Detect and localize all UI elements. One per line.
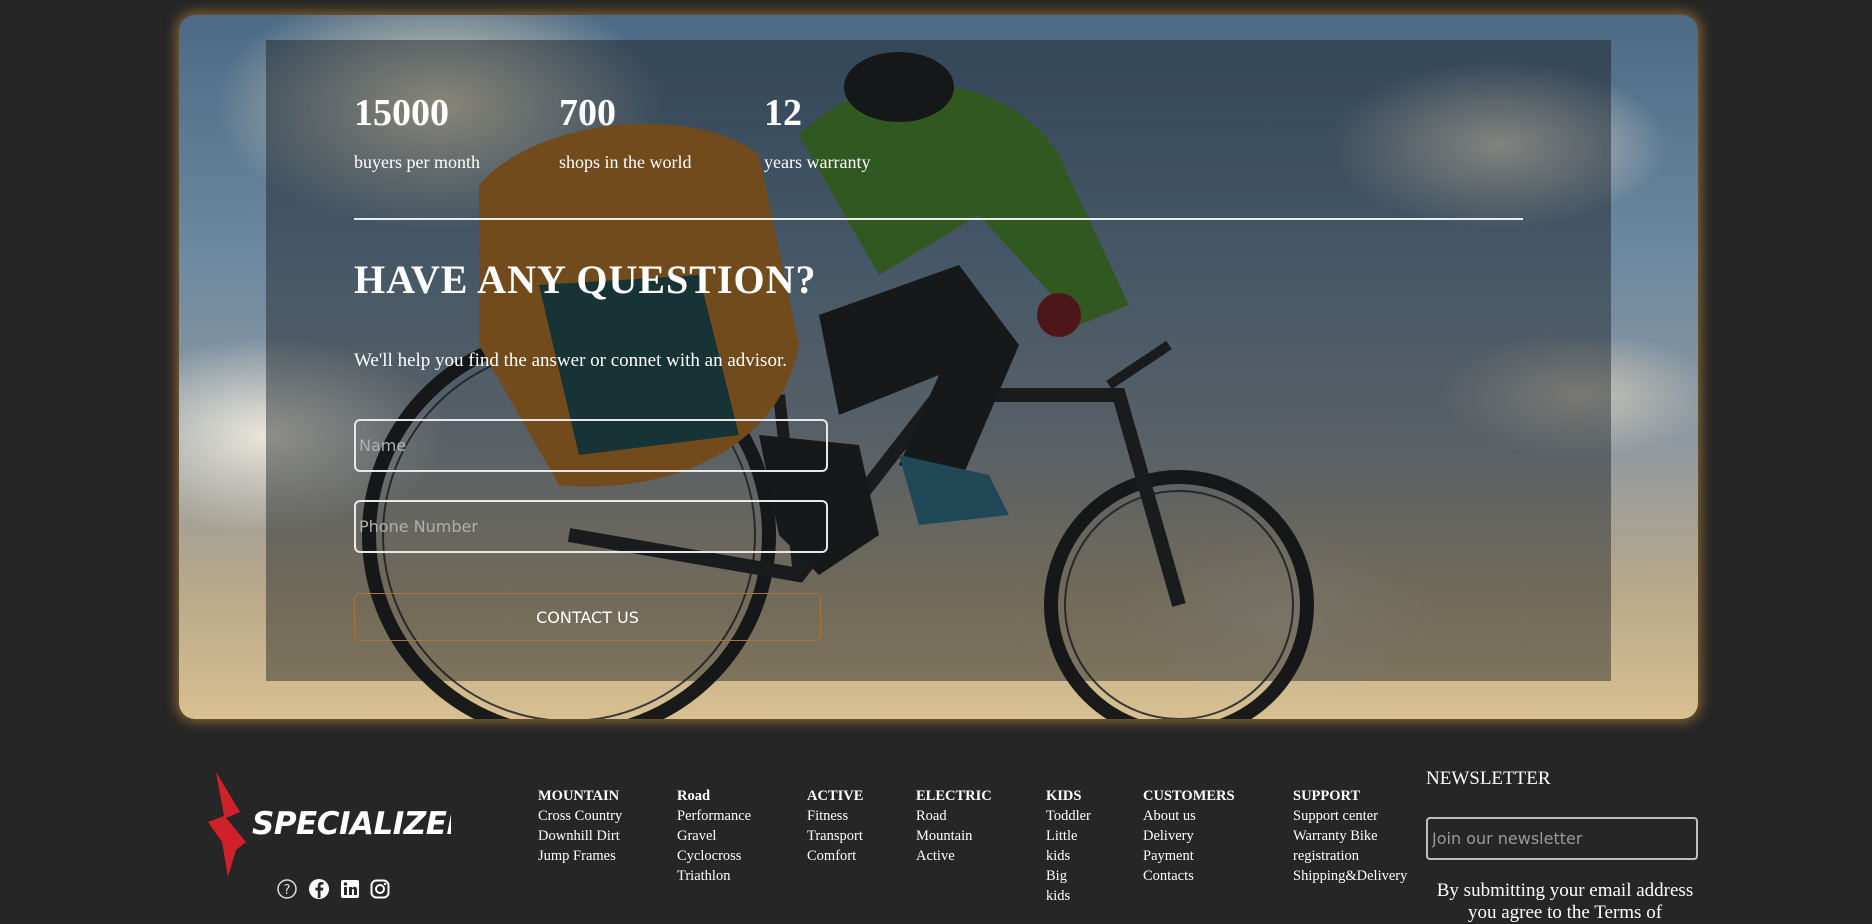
footer-link[interactable]: Comfort <box>807 846 863 866</box>
stat-label: buyers per month <box>354 152 480 172</box>
footer-link[interactable]: Gravel <box>677 826 751 846</box>
stat-label: years warranty <box>764 152 871 172</box>
footer-link[interactable]: Active <box>916 846 992 866</box>
contact-us-button[interactable]: CONTACT US <box>354 593 821 641</box>
newsletter-note: By submitting your email address you agr… <box>1436 880 1694 923</box>
name-input[interactable] <box>354 419 828 472</box>
footer-link[interactable]: Cyclocross <box>677 846 751 866</box>
footer-link[interactable]: kids <box>1046 846 1091 866</box>
footer-column-mountain: MOUNTAIN Cross Country Downhill Dirt Jum… <box>538 786 622 866</box>
stat-value: 15000 <box>354 92 449 134</box>
linkedin-icon[interactable] <box>339 878 361 900</box>
footer-link[interactable]: Road <box>916 806 992 826</box>
footer-link[interactable]: kids <box>1046 886 1091 906</box>
footer-column-title: ELECTRIC <box>916 788 992 804</box>
footer-link[interactable]: registration <box>1293 846 1407 866</box>
footer-link[interactable]: Toddler <box>1046 806 1091 826</box>
stat-warranty: 12 years warranty <box>764 88 969 173</box>
phone-input[interactable] <box>354 500 828 553</box>
footer-link[interactable]: Mountain <box>916 826 992 846</box>
help-icon[interactable]: ? <box>276 878 298 900</box>
footer-link[interactable]: Shipping&Delivery <box>1293 866 1407 886</box>
svg-text:?: ? <box>284 883 291 898</box>
question-title: HAVE ANY QUESTION? <box>354 257 817 302</box>
footer-column-support: SUPPORT Support center Warranty Bike reg… <box>1293 786 1407 886</box>
footer-link[interactable]: Contacts <box>1143 866 1235 886</box>
footer-column-kids: KIDS Toddler Little kids Big kids <box>1046 786 1091 906</box>
footer-link[interactable]: Little <box>1046 826 1091 846</box>
footer-link[interactable]: About us <box>1143 806 1235 826</box>
footer-link[interactable]: Triathlon <box>677 866 751 886</box>
footer-link[interactable]: Performance <box>677 806 751 826</box>
footer-column-active: ACTIVE Fitness Transport Comfort <box>807 786 863 866</box>
instagram-icon[interactable] <box>369 878 391 900</box>
footer-link[interactable]: Support center <box>1293 806 1407 826</box>
facebook-icon[interactable] <box>308 878 330 900</box>
footer-link[interactable]: Fitness <box>807 806 863 826</box>
stat-shops: 700 shops in the world <box>559 88 764 173</box>
footer-link[interactable]: Delivery <box>1143 826 1235 846</box>
footer-column-electric: ELECTRIC Road Mountain Active <box>916 786 992 866</box>
stats-row: 15000 buyers per month 700 shops in the … <box>354 88 969 173</box>
footer-link[interactable]: Transport <box>807 826 863 846</box>
footer-link[interactable]: Warranty Bike <box>1293 826 1407 846</box>
stats-divider <box>354 218 1523 220</box>
newsletter-title: NEWSLETTER <box>1426 768 1551 789</box>
footer-column-title: ACTIVE <box>807 788 864 804</box>
footer-link[interactable]: Cross Country <box>538 806 622 826</box>
specialized-logo[interactable]: SPECIALIZED <box>206 772 451 877</box>
footer-column-title: CUSTOMERS <box>1143 788 1235 804</box>
stat-buyers: 15000 buyers per month <box>354 88 559 173</box>
stat-value: 700 <box>559 92 616 134</box>
footer-column-title: SUPPORT <box>1293 788 1361 804</box>
footer-column-title: Road <box>677 788 711 804</box>
svg-text:SPECIALIZED: SPECIALIZED <box>252 806 451 842</box>
footer-link[interactable]: Jump Frames <box>538 846 622 866</box>
question-subtitle: We'll help you find the answer or connet… <box>354 350 787 371</box>
footer-column-customers: CUSTOMERS About us Delivery Payment Cont… <box>1143 786 1235 886</box>
footer-link[interactable]: Big <box>1046 866 1091 886</box>
footer-link[interactable]: Payment <box>1143 846 1235 866</box>
footer-column-road: Road Performance Gravel Cyclocross Triat… <box>677 786 751 886</box>
footer-column-title: KIDS <box>1046 788 1082 804</box>
footer-column-title: MOUNTAIN <box>538 788 620 804</box>
stat-value: 12 <box>764 92 802 134</box>
footer-link[interactable]: Downhill Dirt <box>538 826 622 846</box>
newsletter-email-input[interactable] <box>1426 817 1698 860</box>
stat-label: shops in the world <box>559 152 692 172</box>
